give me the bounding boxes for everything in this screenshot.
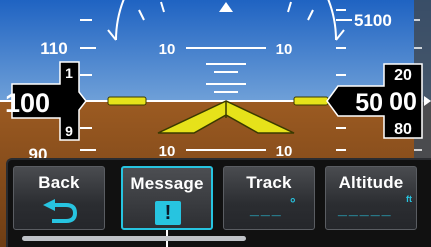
altitude-label: Altitude [338,173,404,192]
airspeed-label-110: 110 [40,39,67,58]
altitude-target-unit: ft [406,194,412,204]
track-unit: ° [290,195,296,211]
back-button[interactable]: Back [13,166,105,230]
airspeed-value: 100 [5,88,50,118]
message-alert-icon: ! [155,201,181,225]
track-value: ___ [250,201,283,218]
track-button[interactable]: Track ___ ° [223,166,315,230]
message-button[interactable]: Message ! [121,166,213,230]
airspeed-roller-lower: 9 [65,123,73,139]
altitude-button[interactable]: Altitude _____ ft [325,166,417,230]
back-label: Back [38,173,80,192]
pitch-label-upper-left: 10 [159,41,176,58]
track-label: Track [246,173,292,192]
altitude-roller-upper: 20 [394,67,412,84]
altitude-value-main: 50 [355,89,383,117]
altitude-roller-center: 00 [389,88,417,116]
pfd-screen: 10 10 10 10 110 90 100 1 9 5100 50 20 00… [0,0,431,247]
message-label: Message [130,174,204,193]
airspeed-roller-upper: 1 [65,65,73,81]
pitch-label-upper-right: 10 [276,41,293,58]
back-arrow-icon [43,199,78,223]
altitude-label-5100: 5100 [354,11,392,30]
altitude-roller-lower: 80 [394,121,412,138]
altitude-target-value: _____ [338,201,393,218]
softkey-scrollbar[interactable] [22,236,246,241]
